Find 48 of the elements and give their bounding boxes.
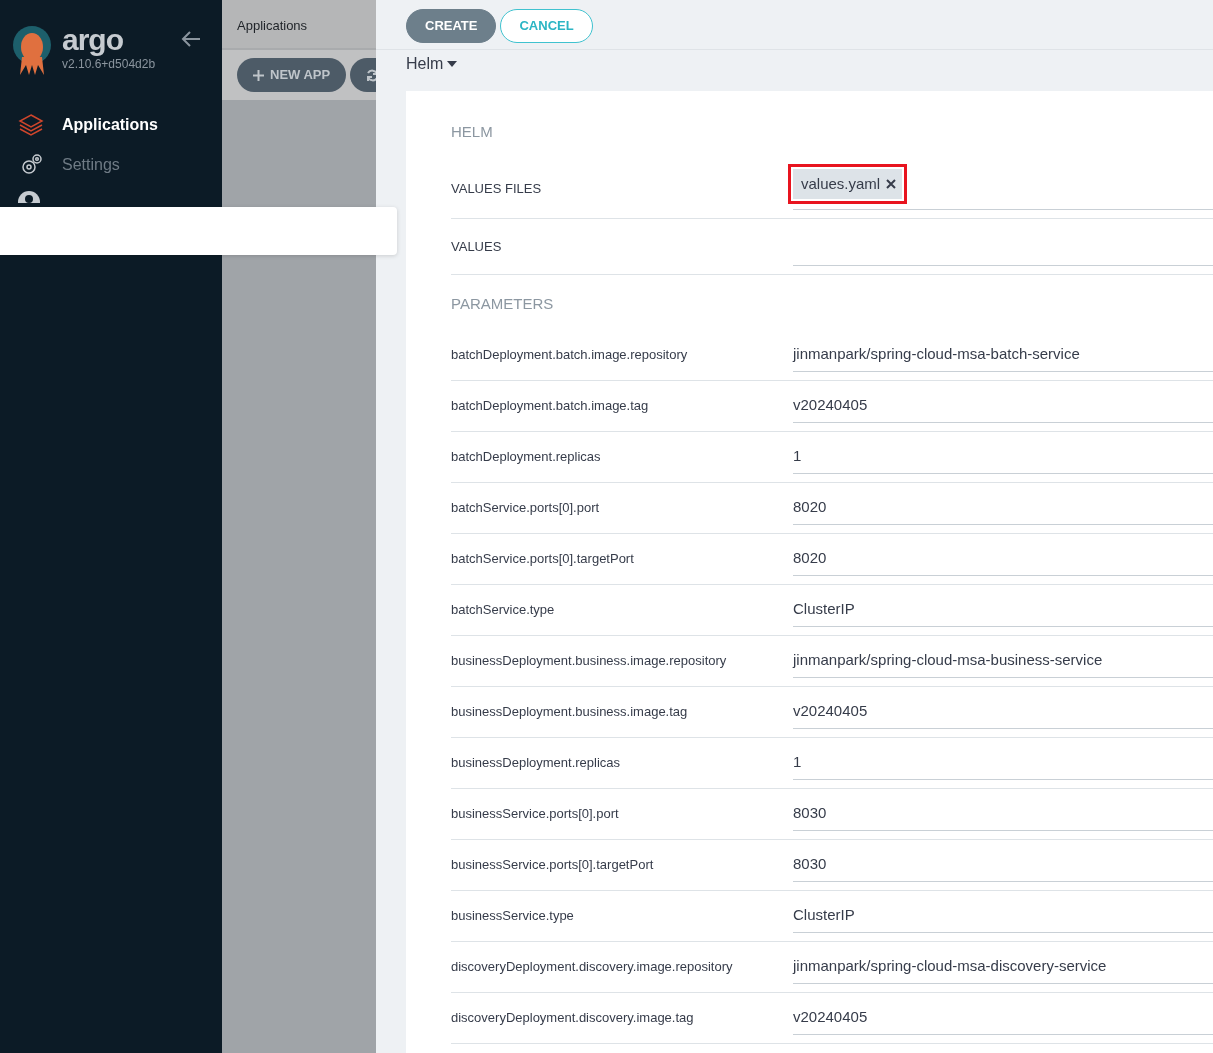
field-label: batchService.ports[0].targetPort: [451, 550, 634, 569]
field-label: businessDeployment.replicas: [451, 754, 621, 773]
field-label: batchService.ports[0].port: [451, 499, 600, 518]
field-label: batchDeployment.batch.image.repository: [451, 346, 688, 365]
toolbar-button[interactable]: NEW APP: [237, 58, 347, 92]
parameter-value[interactable]: v20240405: [793, 393, 868, 417]
sidebar-item[interactable]: Settings: [0, 145, 222, 185]
sidebar-item[interactable]: Applications: [0, 105, 222, 145]
field-label: VALUES: [451, 237, 502, 256]
field-label: batchService.type: [451, 601, 555, 620]
parameter-value[interactable]: jinmanpark/spring-cloud-msa-discovery-service: [793, 954, 1107, 978]
caret-icon: [447, 61, 458, 67]
parameter-value[interactable]: 8030: [793, 801, 827, 825]
field-label: businessService.ports[0].targetPort: [451, 856, 654, 875]
field-label: batchDeployment.replicas: [451, 448, 601, 467]
section-title: HELM: [451, 123, 493, 140]
layers-icon: [18, 112, 44, 138]
back-arrow-icon[interactable]: [181, 30, 202, 49]
section-title: PARAMETERS: [451, 295, 554, 312]
parameter-value[interactable]: 8020: [793, 495, 827, 519]
field-label: discoveryDeployment.discovery.image.repository: [451, 958, 733, 977]
parameter-value[interactable]: 1: [793, 750, 802, 774]
field-label: businessService.type: [451, 907, 574, 926]
plus-icon: [253, 69, 264, 81]
logo-icon: [12, 25, 52, 77]
close-icon[interactable]: [886, 179, 897, 189]
page-title: Applications: [237, 18, 308, 33]
parameter-value[interactable]: 8030: [793, 852, 827, 876]
parameter-value[interactable]: jinmanpark/spring-cloud-msa-business-service: [793, 648, 1103, 672]
field-label: VALUES FILES: [451, 179, 542, 198]
logo-text: argo: [62, 25, 124, 55]
field-label: businessDeployment.business.image.tag: [451, 703, 688, 722]
parameter-value[interactable]: jinmanpark/spring-cloud-msa-batch-service: [793, 342, 1080, 366]
parameter-value[interactable]: ClusterIP: [793, 597, 855, 621]
field-label: batchDeployment.batch.image.tag: [451, 397, 649, 416]
create-button[interactable]: CREATE: [406, 9, 497, 43]
source-type-dropdown[interactable]: Helm: [376, 50, 1213, 78]
parameter-value[interactable]: v20240405: [793, 1005, 868, 1029]
field-label: businessDeployment.business.image.repository: [451, 652, 727, 671]
version-text: v2.10.6+d504d2b: [62, 56, 156, 73]
field-label: discoveryDeployment.discovery.image.tag: [451, 1009, 694, 1028]
chip-text: values.yaml: [801, 173, 881, 194]
parameter-value[interactable]: 8020: [793, 546, 827, 570]
parameter-value[interactable]: v20240405: [793, 699, 868, 723]
parameter-value[interactable]: 1: [793, 444, 802, 468]
values-files-field[interactable]: values.yaml: [793, 159, 1213, 210]
field-label: businessService.ports[0].port: [451, 805, 619, 824]
parameter-value[interactable]: ClusterIP: [793, 903, 855, 927]
